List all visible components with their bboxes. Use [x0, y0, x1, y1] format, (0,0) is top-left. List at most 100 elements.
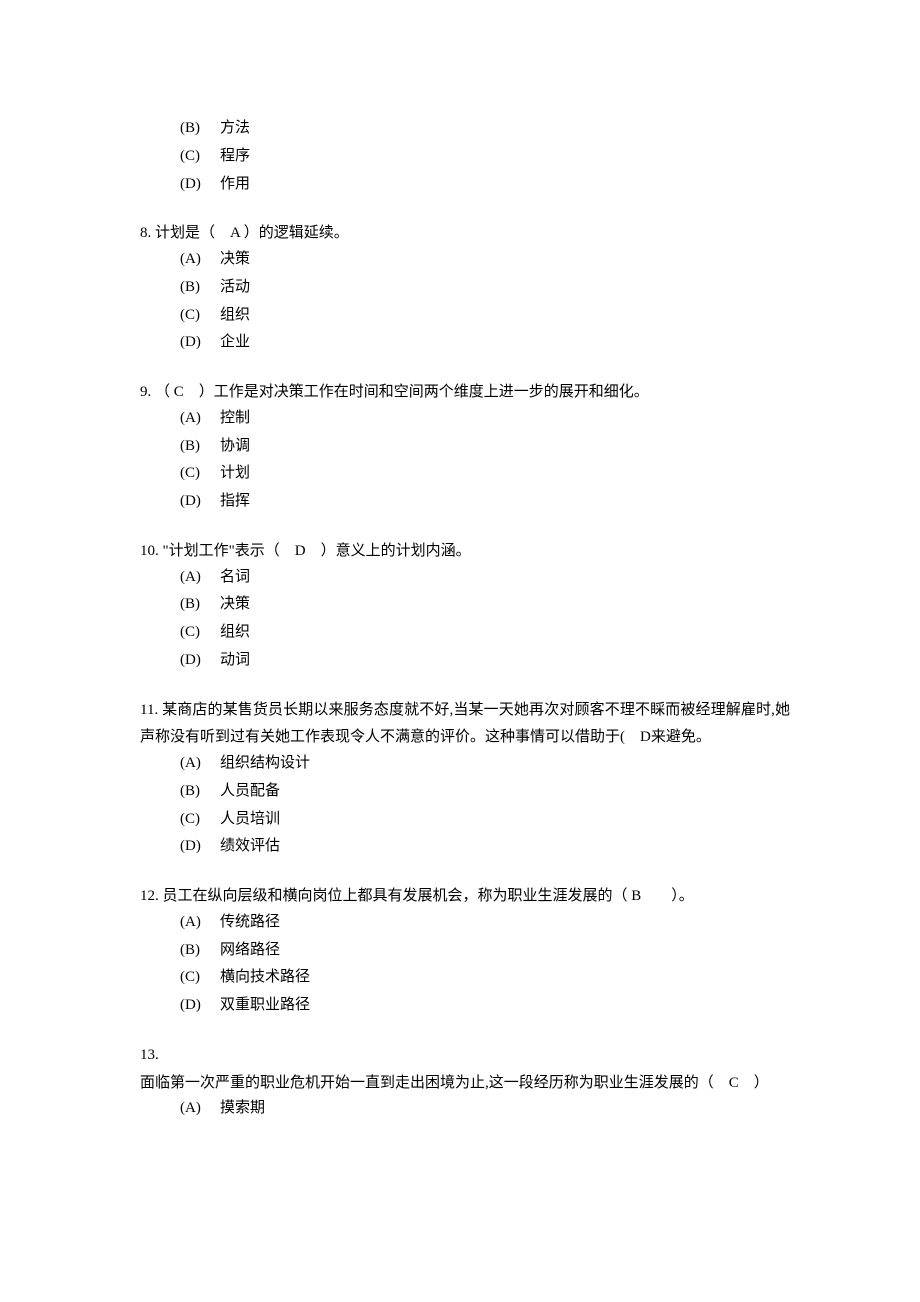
option-text: 组织 [220, 619, 250, 647]
q12-options: (A) 传统路径 (B) 网络路径 (C) 横向技术路径 (D) 双重职业路径 [140, 909, 790, 1020]
option-text: 指挥 [220, 488, 250, 516]
option-text: 计划 [220, 460, 250, 488]
q10-option-a: (A)名词 [180, 564, 790, 592]
option-letter: (A) [180, 246, 212, 274]
q-prev-option-b: (B) 方法 [180, 115, 790, 143]
option-letter: (B) [180, 778, 212, 806]
option-text: 组织结构设计 [220, 750, 310, 778]
option-letter: (D) [180, 833, 212, 861]
q9-options: (A) 控制 (B) 协调 (C) 计划 (D) 指挥 [140, 405, 790, 516]
q12-option-b: (B) 网络路径 [180, 937, 790, 965]
option-letter: (B) [180, 433, 212, 461]
q11-option-b: (B) 人员配备 [180, 778, 790, 806]
option-letter: (D) [180, 992, 212, 1020]
option-text: 动词 [220, 647, 250, 675]
q10-option-b: (B) 决策 [180, 591, 790, 619]
q9-option-a: (A) 控制 [180, 405, 790, 433]
option-letter: (B) [180, 937, 212, 965]
option-text: 企业 [220, 329, 250, 357]
option-letter: (B) [180, 115, 212, 143]
option-letter: (D) [180, 329, 212, 357]
option-text: 决策 [220, 591, 250, 619]
option-letter: (A) [180, 405, 212, 433]
question-text: 8. 计划是（ A ）的逻辑延续。 [140, 220, 790, 248]
option-letter: (C) [180, 460, 212, 488]
option-letter: (C) [180, 619, 212, 647]
question-stem: 计划是（ A ）的逻辑延续。 [155, 225, 349, 241]
question-9: 9. （ C ）工作是对决策工作在时间和空间两个维度上进一步的展开和细化。 (A… [140, 379, 790, 516]
option-text: 名词 [220, 564, 250, 592]
option-text: 作用 [220, 171, 250, 199]
option-letter: (C) [180, 143, 212, 171]
question-stem: 某商店的某售货员长期以来服务态度就不好,当某一天她再次对顾客不理不睬而被经理解雇… [140, 702, 790, 746]
q10-option-d: (D) 动词 [180, 647, 790, 675]
q11-options: (A) 组织结构设计 (B) 人员配备 (C) 人员培训 (D) 绩效评估 [140, 750, 790, 861]
q12-option-d: (D) 双重职业路径 [180, 992, 790, 1020]
option-letter: (D) [180, 647, 212, 675]
option-text: 横向技术路径 [220, 964, 310, 992]
option-text: 程序 [220, 143, 250, 171]
q11-option-d: (D) 绩效评估 [180, 833, 790, 861]
option-letter: (D) [180, 488, 212, 516]
option-text: 决策 [220, 246, 250, 274]
option-letter: (C) [180, 964, 212, 992]
question-number: 13. [140, 1047, 159, 1063]
question-number: 12. [140, 888, 159, 904]
question-number: 8. [140, 225, 151, 241]
option-text: 协调 [220, 433, 250, 461]
document-page: (B) 方法 (C) 程序 (D) 作用 8. 计划是（ A ）的逻辑延续。 (… [0, 0, 920, 1302]
q11-option-c: (C) 人员培训 [180, 806, 790, 834]
option-text: 人员培训 [220, 806, 280, 834]
question-12: 12. 员工在纵向层级和横向岗位上都具有发展机会，称为职业生涯发展的（ B ）。… [140, 883, 790, 1020]
option-letter: (C) [180, 302, 212, 330]
q11-option-a: (A) 组织结构设计 [180, 750, 790, 778]
option-text: 活动 [220, 274, 250, 302]
option-text: 网络路径 [220, 937, 280, 965]
question-text: 12. 员工在纵向层级和横向岗位上都具有发展机会，称为职业生涯发展的（ B ）。 [140, 883, 790, 911]
q13-options: (A) 摸索期 [140, 1095, 790, 1123]
q12-option-a: (A) 传统路径 [180, 909, 790, 937]
option-text: 摸索期 [220, 1095, 265, 1123]
question-number: 9. [140, 384, 151, 400]
option-text: 控制 [220, 405, 250, 433]
question-number: 10. [140, 543, 159, 559]
q-prev-option-d: (D) 作用 [180, 171, 790, 199]
option-letter: (D) [180, 171, 212, 199]
question-10: 10. "计划工作"表示（ D ）意义上的计划内涵。 (A)名词 (B) 决策 (… [140, 538, 790, 675]
option-text: 方法 [220, 115, 250, 143]
q9-option-b: (B) 协调 [180, 433, 790, 461]
option-text: 双重职业路径 [220, 992, 310, 1020]
question-stem: 面临第一次严重的职业危机开始一直到走出困境为止,这一段经历称为职业生涯发展的（ … [140, 1075, 769, 1091]
option-letter: (B) [180, 591, 212, 619]
question-11: 11. 某商店的某售货员长期以来服务态度就不好,当某一天她再次对顾客不理不睬而被… [140, 697, 790, 862]
option-text: 绩效评估 [220, 833, 280, 861]
question-stem: "计划工作"表示（ D ）意义上的计划内涵。 [163, 543, 471, 559]
question-text: 11. 某商店的某售货员长期以来服务态度就不好,当某一天她再次对顾客不理不睬而被… [140, 697, 790, 753]
question-text: 9. （ C ）工作是对决策工作在时间和空间两个维度上进一步的展开和细化。 [140, 379, 790, 407]
option-text: 人员配备 [220, 778, 280, 806]
option-letter: (A) [180, 1095, 212, 1123]
question-text: 10. "计划工作"表示（ D ）意义上的计划内涵。 [140, 538, 790, 566]
q10-option-c: (C) 组织 [180, 619, 790, 647]
option-letter: (C) [180, 806, 212, 834]
q13-option-a: (A) 摸索期 [180, 1095, 790, 1123]
option-letter: (B) [180, 274, 212, 302]
option-text: 传统路径 [220, 909, 280, 937]
question-text: 13. 面临第一次严重的职业危机开始一直到走出困境为止,这一段经历称为职业生涯发… [140, 1042, 790, 1098]
q8-option-b: (B) 活动 [180, 274, 790, 302]
q8-option-a: (A) 决策 [180, 246, 790, 274]
question-number: 11. [140, 702, 158, 718]
q8-option-d: (D) 企业 [180, 329, 790, 357]
question-stem: 员工在纵向层级和横向岗位上都具有发展机会，称为职业生涯发展的（ B ）。 [163, 888, 694, 904]
option-letter: (A) [180, 909, 212, 937]
q8-options: (A) 决策 (B) 活动 (C) 组织 (D) 企业 [140, 246, 790, 357]
q8-option-c: (C) 组织 [180, 302, 790, 330]
q-prev-option-c: (C) 程序 [180, 143, 790, 171]
question-13: 13. 面临第一次严重的职业危机开始一直到走出困境为止,这一段经历称为职业生涯发… [140, 1042, 790, 1123]
q9-option-c: (C) 计划 [180, 460, 790, 488]
option-text: 组织 [220, 302, 250, 330]
q10-options: (A)名词 (B) 决策 (C) 组织 (D) 动词 [140, 564, 790, 675]
question-stem: （ C ）工作是对决策工作在时间和空间两个维度上进一步的展开和细化。 [155, 384, 649, 400]
option-letter: (A) [180, 750, 212, 778]
orphan-options-block: (B) 方法 (C) 程序 (D) 作用 [140, 115, 790, 198]
